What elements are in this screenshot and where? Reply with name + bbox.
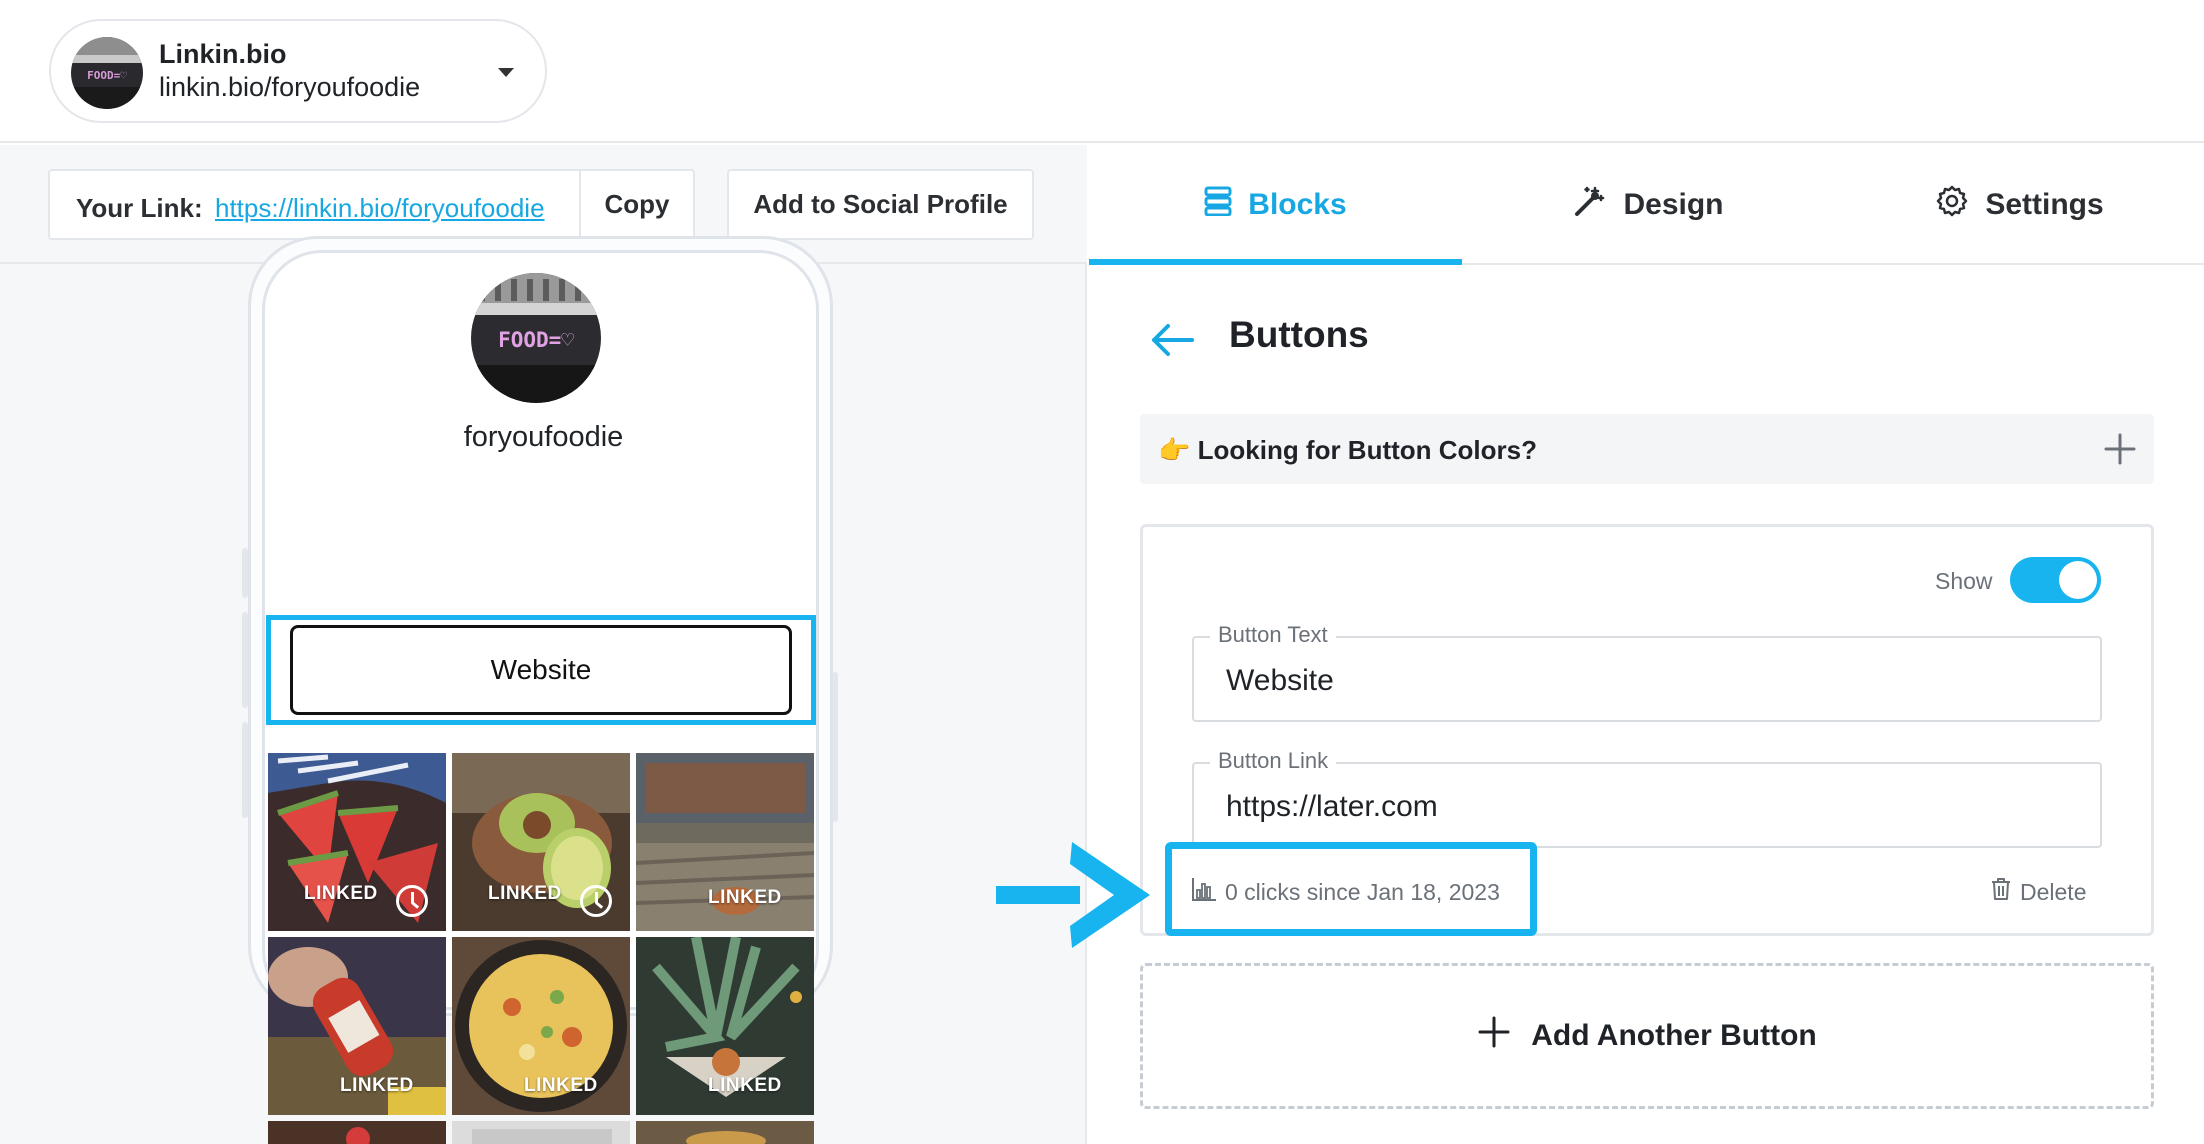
grid-tile-watermelon[interactable]: LINKED [268, 753, 446, 931]
button-colors-accordion[interactable]: 👉 Looking for Button Colors? [1140, 414, 2154, 484]
linked-badge: LINKED [340, 1075, 414, 1096]
tab-design-label: Design [1623, 188, 1724, 221]
editor-tabs: Blocks Design Settings [1089, 145, 2204, 265]
grid-tile-partial[interactable] [268, 1121, 446, 1144]
clicks-stat: 0 clicks since Jan 18, 2023 [1191, 876, 1500, 908]
tab-settings-label: Settings [1985, 188, 2104, 221]
plus-icon [1477, 1015, 1511, 1057]
account-name: Linkin.bio [159, 39, 287, 69]
show-toggle[interactable] [2010, 557, 2101, 603]
add-to-social-profile-button[interactable]: Add to Social Profile [727, 169, 1034, 240]
linked-badge: LINKED [708, 1075, 782, 1096]
clock-icon [580, 885, 612, 917]
grid-tile-partial[interactable] [452, 1121, 630, 1144]
button-text-field[interactable]: Button Text Website [1192, 622, 2102, 722]
chevron-down-icon[interactable] [498, 68, 514, 77]
button-text-label: Button Text [1210, 622, 1336, 648]
button-link-field[interactable]: Button Link https://later.com [1192, 748, 2102, 848]
profile-avatar: FOOD=♡ [471, 273, 601, 403]
tab-settings[interactable]: Settings [1835, 145, 2204, 265]
your-link-field: Your Link: https://linkin.bio/foryoufood… [48, 169, 581, 240]
pointing-hand-icon: 👉 [1158, 435, 1191, 465]
linked-badge: LINKED [488, 883, 562, 904]
bar-chart-icon [1191, 876, 1217, 908]
button-colors-label: 👉 Looking for Button Colors? [1158, 435, 1537, 465]
grid-tile-partial[interactable] [636, 1121, 814, 1144]
top-bar: FOOD=♡ Linkin.bio linkin.bio/foryoufoodi… [0, 0, 2204, 143]
page-title: Buttons [1229, 314, 1369, 355]
tab-blocks-label: Blocks [1248, 188, 1347, 221]
linked-badge: LINKED [304, 883, 378, 904]
grid-tile-cocktail[interactable]: LINKED [636, 937, 814, 1115]
svg-text:FOOD=♡: FOOD=♡ [498, 328, 574, 352]
preview-website-button[interactable]: Website [290, 625, 792, 715]
gear-icon [1935, 184, 1969, 226]
add-another-button[interactable]: Add Another Button [1140, 963, 2154, 1109]
toggle-knob [2059, 561, 2097, 599]
linked-badge: LINKED [708, 887, 782, 908]
linked-badge: LINKED [524, 1075, 598, 1096]
blocks-icon [1204, 186, 1232, 224]
svg-text:FOOD=♡: FOOD=♡ [87, 69, 127, 82]
account-switcher[interactable]: FOOD=♡ Linkin.bio linkin.bio/foryoufoodi… [49, 19, 547, 123]
clicks-text: 0 clicks since Jan 18, 2023 [1225, 878, 1500, 905]
clock-icon [396, 885, 428, 917]
annotation-arrow-icon [996, 840, 1150, 955]
grid-tile-frittata[interactable]: LINKED [452, 937, 630, 1115]
button-text-value[interactable]: Website [1226, 664, 1334, 698]
copy-button[interactable]: Copy [579, 169, 695, 240]
add-another-label: Add Another Button [1531, 1019, 1817, 1052]
back-arrow-icon[interactable] [1150, 320, 1194, 365]
active-tab-indicator [1089, 259, 1462, 265]
delete-label: Delete [2020, 878, 2087, 905]
button-link-label: Button Link [1210, 748, 1337, 774]
tab-design[interactable]: Design [1462, 145, 1835, 265]
plus-icon[interactable] [2102, 431, 2138, 472]
account-avatar: FOOD=♡ [71, 37, 143, 109]
account-handle: linkin.bio/foryoufoodie [159, 72, 421, 102]
button-link-value[interactable]: https://later.com [1226, 790, 1438, 824]
grid-tile-avocado[interactable]: LINKED [452, 753, 630, 931]
show-label: Show [1935, 568, 1993, 594]
profile-name: foryoufoodie [463, 421, 624, 453]
grid-tile-hot-sauce[interactable]: LINKED [268, 937, 446, 1115]
grid-tile-market[interactable]: LINKED [636, 753, 814, 931]
tab-blocks[interactable]: Blocks [1089, 145, 1462, 265]
your-link-label: Your Link: [76, 193, 203, 223]
your-link-url[interactable]: https://linkin.bio/foryoufoodie [215, 193, 565, 224]
magic-wand-icon [1573, 184, 1607, 226]
trash-icon [1990, 877, 2012, 907]
delete-button[interactable]: Delete [1990, 877, 2086, 907]
